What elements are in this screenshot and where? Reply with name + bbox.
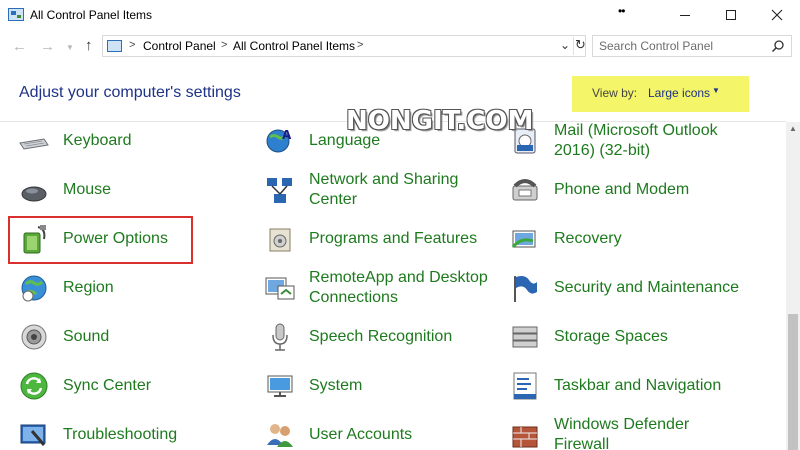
item-label: Storage Spaces [554, 328, 668, 345]
item-troubleshooting[interactable]: Troubleshooting [18, 416, 238, 450]
close-icon [771, 9, 783, 21]
control-panel-app-icon [8, 8, 24, 21]
item-label: Taskbar and Navigation [554, 377, 722, 394]
item-sound[interactable]: Sound [18, 318, 238, 358]
speaker-icon [21, 324, 47, 350]
minimize-icon [680, 14, 690, 16]
breadcrumb-all-items[interactable]: All Control Panel Items [233, 39, 355, 53]
item-storage-spaces[interactable]: Storage Spaces [509, 318, 779, 358]
item-programs-features[interactable]: Programs and Features [264, 220, 494, 260]
storage-icon [512, 326, 538, 348]
item-windows-defender-firewall[interactable]: Windows Defender Firewall [509, 416, 779, 450]
item-label-line2: 2016) (32-bit) [554, 142, 651, 159]
taskbar-icon [513, 372, 537, 400]
item-label: Sound [63, 328, 110, 345]
item-phone-modem[interactable]: Phone and Modem [509, 171, 779, 211]
item-label-line2: Firewall [554, 436, 610, 450]
recovery-icon [511, 230, 536, 248]
item-user-accounts[interactable]: User Accounts [264, 416, 494, 450]
item-label-line2: Connections [309, 289, 398, 306]
recent-locations-chevron-icon[interactable]: ▼ [66, 43, 74, 52]
navigation-bar: ← → ▼ ↑ > Control Panel > All Control Pa… [0, 30, 800, 64]
troubleshooting-icon [20, 424, 46, 446]
item-label: Phone and Modem [554, 181, 690, 198]
keyboard-icon [19, 138, 49, 150]
item-label: Recovery [554, 230, 622, 247]
title-bar: All Control Panel Items •• [0, 0, 800, 30]
address-bar[interactable]: > Control Panel > All Control Panel Item… [102, 35, 586, 57]
watermark: NONGIT.COM [346, 106, 534, 136]
search-icon[interactable] [771, 39, 785, 53]
address-dropdown-chevron-icon[interactable]: ⌄ [557, 38, 573, 54]
view-by-caret-icon[interactable]: ▼ [712, 86, 720, 95]
search-input[interactable] [593, 36, 769, 56]
item-label: Sync Center [63, 377, 152, 394]
item-label: Troubleshooting [63, 426, 178, 443]
item-label: Security and Maintenance [554, 279, 739, 296]
mouse-icon [21, 186, 47, 202]
item-sync-center[interactable]: Sync Center [18, 367, 238, 407]
vertical-scrollbar[interactable]: ▲ [786, 122, 800, 450]
breadcrumb-control-panel[interactable]: Control Panel [143, 39, 216, 53]
refresh-icon[interactable]: ↻ [573, 37, 587, 55]
item-label: User Accounts [309, 426, 413, 443]
microphone-icon [272, 323, 288, 351]
firewall-icon [512, 426, 538, 448]
item-remoteapp[interactable]: RemoteApp and Desktop Connections [264, 269, 494, 309]
remoteapp-icon [265, 277, 295, 300]
item-label: Programs and Features [309, 230, 478, 247]
item-label: Mouse [63, 181, 112, 198]
item-label-line2: Center [309, 191, 358, 208]
scroll-up-arrow-icon[interactable]: ▲ [789, 124, 797, 133]
view-by-dropdown[interactable]: Large icons [648, 86, 710, 100]
item-recovery[interactable]: Recovery [509, 220, 779, 260]
maximize-button[interactable] [708, 0, 754, 30]
item-speech-recognition[interactable]: Speech Recognition [264, 318, 494, 358]
forward-arrow-icon[interactable]: → [40, 38, 55, 55]
item-system[interactable]: System [264, 367, 494, 407]
item-keyboard[interactable]: Keyboard [18, 122, 238, 162]
view-by-panel: View by: Large icons ▼ [572, 76, 749, 112]
item-label: Region [63, 279, 114, 296]
item-label: Speech Recognition [309, 328, 453, 345]
users-icon [267, 424, 293, 447]
item-label-line1: Network and Sharing [309, 171, 459, 188]
item-mouse[interactable]: Mouse [18, 171, 238, 211]
svg-text:A: A [282, 128, 292, 142]
item-mail[interactable]: Mail (Microsoft Outlook 2016) (32-bit) [509, 122, 779, 162]
breadcrumb-separator[interactable]: > [221, 39, 227, 51]
item-label-line1: Windows Defender [554, 416, 690, 433]
breadcrumb-separator[interactable]: > [357, 39, 363, 51]
highlight-box [8, 216, 193, 264]
item-security-maintenance[interactable]: Security and Maintenance [509, 269, 779, 309]
region-globe-icon [21, 275, 47, 302]
language-globe-icon: A [266, 128, 292, 153]
extra-glyph: •• [618, 4, 625, 18]
breadcrumb-separator[interactable]: > [129, 39, 135, 51]
search-box[interactable] [592, 35, 792, 57]
item-label: Keyboard [63, 132, 132, 149]
item-label-line1: Mail (Microsoft Outlook [554, 122, 718, 139]
view-by-label: View by: [592, 86, 638, 100]
item-region[interactable]: Region [18, 269, 238, 309]
programs-icon [269, 228, 291, 252]
maximize-icon [726, 10, 736, 20]
minimize-button[interactable] [662, 0, 708, 30]
window-title: All Control Panel Items [30, 8, 153, 22]
scrollbar-thumb[interactable] [788, 314, 798, 450]
item-label: System [309, 377, 363, 394]
back-arrow-icon[interactable]: ← [12, 38, 27, 55]
control-panel-icon [107, 40, 122, 52]
item-taskbar-navigation[interactable]: Taskbar and Navigation [509, 367, 779, 407]
system-monitor-icon [267, 375, 293, 397]
item-network-sharing[interactable]: Network and Sharing Center [264, 171, 494, 211]
network-icon [267, 178, 292, 203]
close-button[interactable] [754, 0, 800, 30]
sync-icon [20, 372, 48, 400]
up-arrow-icon[interactable]: ↑ [85, 37, 93, 54]
item-label-line1: RemoteApp and Desktop [309, 269, 488, 286]
phone-icon [512, 179, 538, 201]
security-flag-icon [514, 276, 537, 302]
page-heading: Adjust your computer's settings [19, 84, 241, 101]
